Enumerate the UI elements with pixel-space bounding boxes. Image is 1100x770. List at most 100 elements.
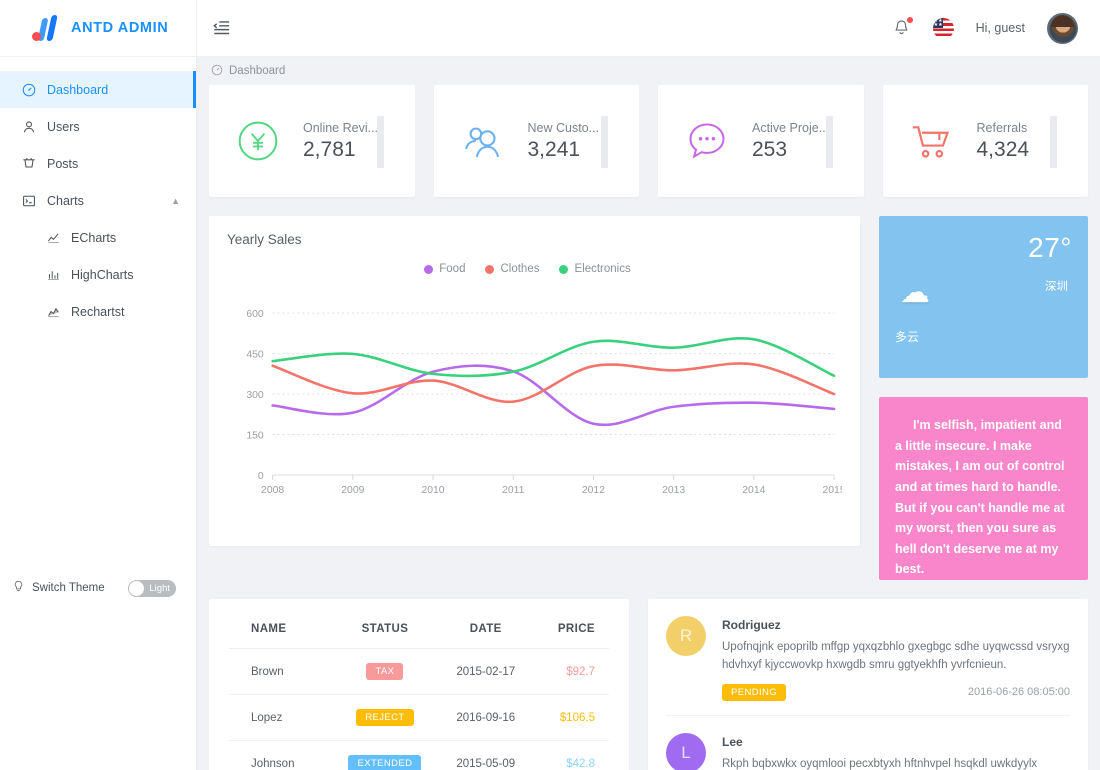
sidebar-item-rechartst[interactable]: Rechartst <box>0 293 196 330</box>
sidebar-item-label: Dashboard <box>47 82 109 97</box>
toggle-knob <box>129 580 144 596</box>
sidebar-item-posts[interactable]: Posts <box>0 145 196 182</box>
posts-icon <box>22 157 36 171</box>
avatar: R <box>666 616 706 656</box>
sidebar: ANTD ADMIN Dashboard Users Posts Charts … <box>0 0 197 770</box>
chevron-up-icon: ▲ <box>171 195 180 206</box>
dashboard-icon <box>211 64 223 79</box>
legend-label: Food <box>439 263 466 275</box>
topbar: ★★ ★★ Hi, guest <box>197 0 1100 57</box>
recent-sales-table-card: NAME STATUS DATE PRICE Brown TAX 2015-02-1… <box>209 599 629 770</box>
comment-item[interactable]: R Rodriguez Upofnqjnk epoprilb mffgp yqxqz… <box>666 599 1070 716</box>
stat-card-new-customers[interactable]: New Custo... 3,241 <box>433 85 639 197</box>
sidebar-item-label: Charts <box>47 193 84 208</box>
comment-text: Upofnqjnk epoprilb mffgp yqxqzbhlo gxegb… <box>722 641 1070 671</box>
cell-price: $92.7 <box>530 648 609 695</box>
comment-author: Lee <box>722 734 743 749</box>
toggle-label: Light <box>149 582 170 594</box>
sidebar-item-label: Posts <box>47 156 79 171</box>
stat-card-online-revenue[interactable]: Online Revi... 2,781 <box>209 85 415 197</box>
sidebar-menu: Dashboard Users Posts Charts ▲ ECharts H… <box>0 57 196 566</box>
legend-swatch <box>485 264 495 274</box>
bell-icon[interactable] <box>892 16 913 39</box>
legend-item-electronics[interactable]: Electronics <box>559 263 631 275</box>
quote-card: I'm selfish, impatient and a little inse… <box>879 397 1088 580</box>
stat-spark-bar <box>376 116 384 168</box>
svg-text:2015: 2015 <box>822 485 842 496</box>
cell-name: Brown <box>229 648 330 695</box>
line-chart-svg: 0 150 300 450 600 2008 2009 2010 2011 2012 2013 201… <box>246 309 842 496</box>
cell-name: Lopez <box>229 694 330 741</box>
area-chart-icon <box>46 305 60 319</box>
message-icon <box>684 118 730 164</box>
bulb-icon <box>12 580 25 596</box>
cart-icon <box>909 118 955 164</box>
brand-name: ANTD ADMIN <box>71 20 169 36</box>
table-header-row: NAME STATUS DATE PRICE <box>229 609 609 649</box>
svg-text:150: 150 <box>246 431 264 442</box>
svg-text:450: 450 <box>246 350 264 361</box>
svg-text:2008: 2008 <box>261 485 284 496</box>
breadcrumb-item[interactable]: Dashboard <box>229 65 285 77</box>
sidebar-item-label: HighCharts <box>71 267 134 282</box>
stat-card-referrals[interactable]: Referrals 4,324 <box>882 85 1088 197</box>
sidebar-item-dashboard[interactable]: Dashboard <box>0 71 196 108</box>
svg-text:2012: 2012 <box>582 485 605 496</box>
comment-text: Rkph bqbxwkx oyqmlooi pecxbtyxh hftnhvpe… <box>722 757 1038 770</box>
side-column: 27° ☁ 深圳 多云 I'm selfish, impatient and a… <box>879 216 1088 580</box>
sidebar-item-echarts[interactable]: ECharts <box>0 219 196 256</box>
table-row[interactable]: Brown TAX 2015-02-17 $92.7 <box>229 648 609 695</box>
switch-theme-label: Switch Theme <box>32 582 105 594</box>
comment-item[interactable]: L Lee Rkph bqbxwkx oyqmlooi pecxbtyxh hftn… <box>666 716 1070 770</box>
us-flag-icon[interactable]: ★★ ★★ <box>932 17 954 39</box>
team-icon <box>460 118 506 164</box>
cell-status: TAX <box>329 648 441 695</box>
user-icon <box>22 120 36 134</box>
legend-item-clothes[interactable]: Clothes <box>485 263 539 275</box>
cell-status: EXTENDED <box>329 740 441 770</box>
cell-price: $42.8 <box>530 740 609 770</box>
topbar-actions: ★★ ★★ Hi, guest <box>892 12 1078 44</box>
status-badge: TAX <box>366 663 404 680</box>
sidebar-item-users[interactable]: Users <box>0 108 196 145</box>
sidebar-item-highcharts[interactable]: HighCharts <box>0 256 196 293</box>
middle-row: Yearly Sales Food Clothes Electronics 0 … <box>209 216 1088 580</box>
svg-text:2014: 2014 <box>742 485 765 496</box>
theme-toggle[interactable]: Light <box>128 579 176 597</box>
cloud-icon: ☁ <box>900 276 930 309</box>
legend-swatch <box>559 264 569 274</box>
svg-text:2010: 2010 <box>421 485 444 496</box>
sidebar-item-label: Rechartst <box>71 304 125 319</box>
cell-date: 2015-05-09 <box>440 740 531 770</box>
weather-city: 深圳 <box>1045 281 1068 293</box>
stat-label: Online Revi... <box>303 120 379 135</box>
status-badge: PENDING <box>722 683 787 701</box>
stat-value: 3,241 <box>527 137 581 161</box>
comment-time: 2016-06-26 08:05:00 <box>967 686 1070 699</box>
avatar[interactable] <box>1047 12 1078 44</box>
stat-label: Active Proje... <box>752 120 830 135</box>
stat-card-active-projects[interactable]: Active Proje... 253 <box>658 85 864 197</box>
table-row[interactable]: Lopez REJECT 2016-09-16 $106.5 <box>229 694 609 741</box>
notification-badge <box>906 16 913 23</box>
bottom-row: NAME STATUS DATE PRICE Brown TAX 2015-02-1… <box>209 599 1088 770</box>
menu-fold-icon[interactable] <box>211 17 233 39</box>
legend-item-food[interactable]: Food <box>424 263 465 275</box>
cell-date: 2015-02-17 <box>440 648 531 695</box>
stat-spark-bar <box>601 116 608 168</box>
svg-text:0: 0 <box>258 471 264 482</box>
chart-title: Yearly Sales <box>227 232 302 247</box>
stat-spark-bar <box>1050 116 1057 168</box>
brand-logo[interactable]: ANTD ADMIN <box>0 0 196 57</box>
stat-label: New Custo... <box>527 120 600 135</box>
table-row[interactable]: Johnson EXTENDED 2015-05-09 $42.8 <box>229 740 609 770</box>
weather-widget: 27° ☁ 深圳 多云 <box>879 216 1088 378</box>
legend-label: Clothes <box>500 263 540 275</box>
dashboard-icon <box>22 83 36 97</box>
column-header-status: STATUS <box>329 609 441 649</box>
recent-sales-table: NAME STATUS DATE PRICE Brown TAX 2015-02-1… <box>229 609 609 770</box>
cell-price: $106.5 <box>530 694 609 741</box>
sidebar-item-charts[interactable]: Charts ▲ <box>0 182 196 219</box>
weather-temperature: 27° <box>1028 232 1072 263</box>
admin-dashboard-page: ANTD ADMIN Dashboard Users Posts Charts … <box>0 0 1100 770</box>
